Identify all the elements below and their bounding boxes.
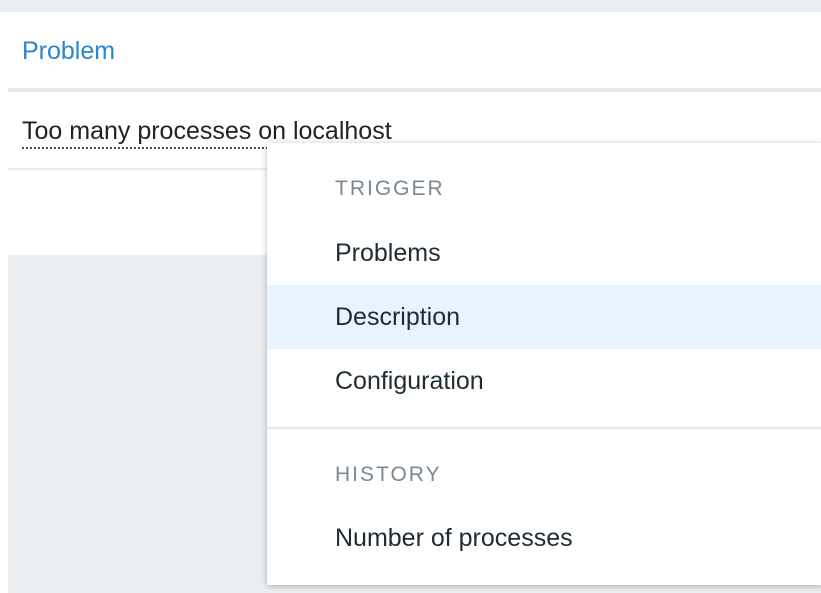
menu-divider [267, 427, 821, 429]
menu-item-description[interactable]: Description [267, 285, 821, 349]
menu-heading-history: HISTORY [335, 463, 442, 486]
top-strip [0, 0, 821, 12]
problem-column-header[interactable]: Problem [22, 37, 115, 66]
menu-item-number-of-processes[interactable]: Number of processes [267, 506, 821, 570]
context-menu: TRIGGER Problems Description Configurati… [267, 143, 821, 585]
menu-heading-trigger: TRIGGER [335, 177, 445, 200]
table-header: Problem [8, 12, 821, 90]
menu-item-problems[interactable]: Problems [267, 221, 821, 285]
page: Problem Too many processes on localhost … [0, 0, 821, 593]
menu-item-configuration[interactable]: Configuration [267, 349, 821, 413]
